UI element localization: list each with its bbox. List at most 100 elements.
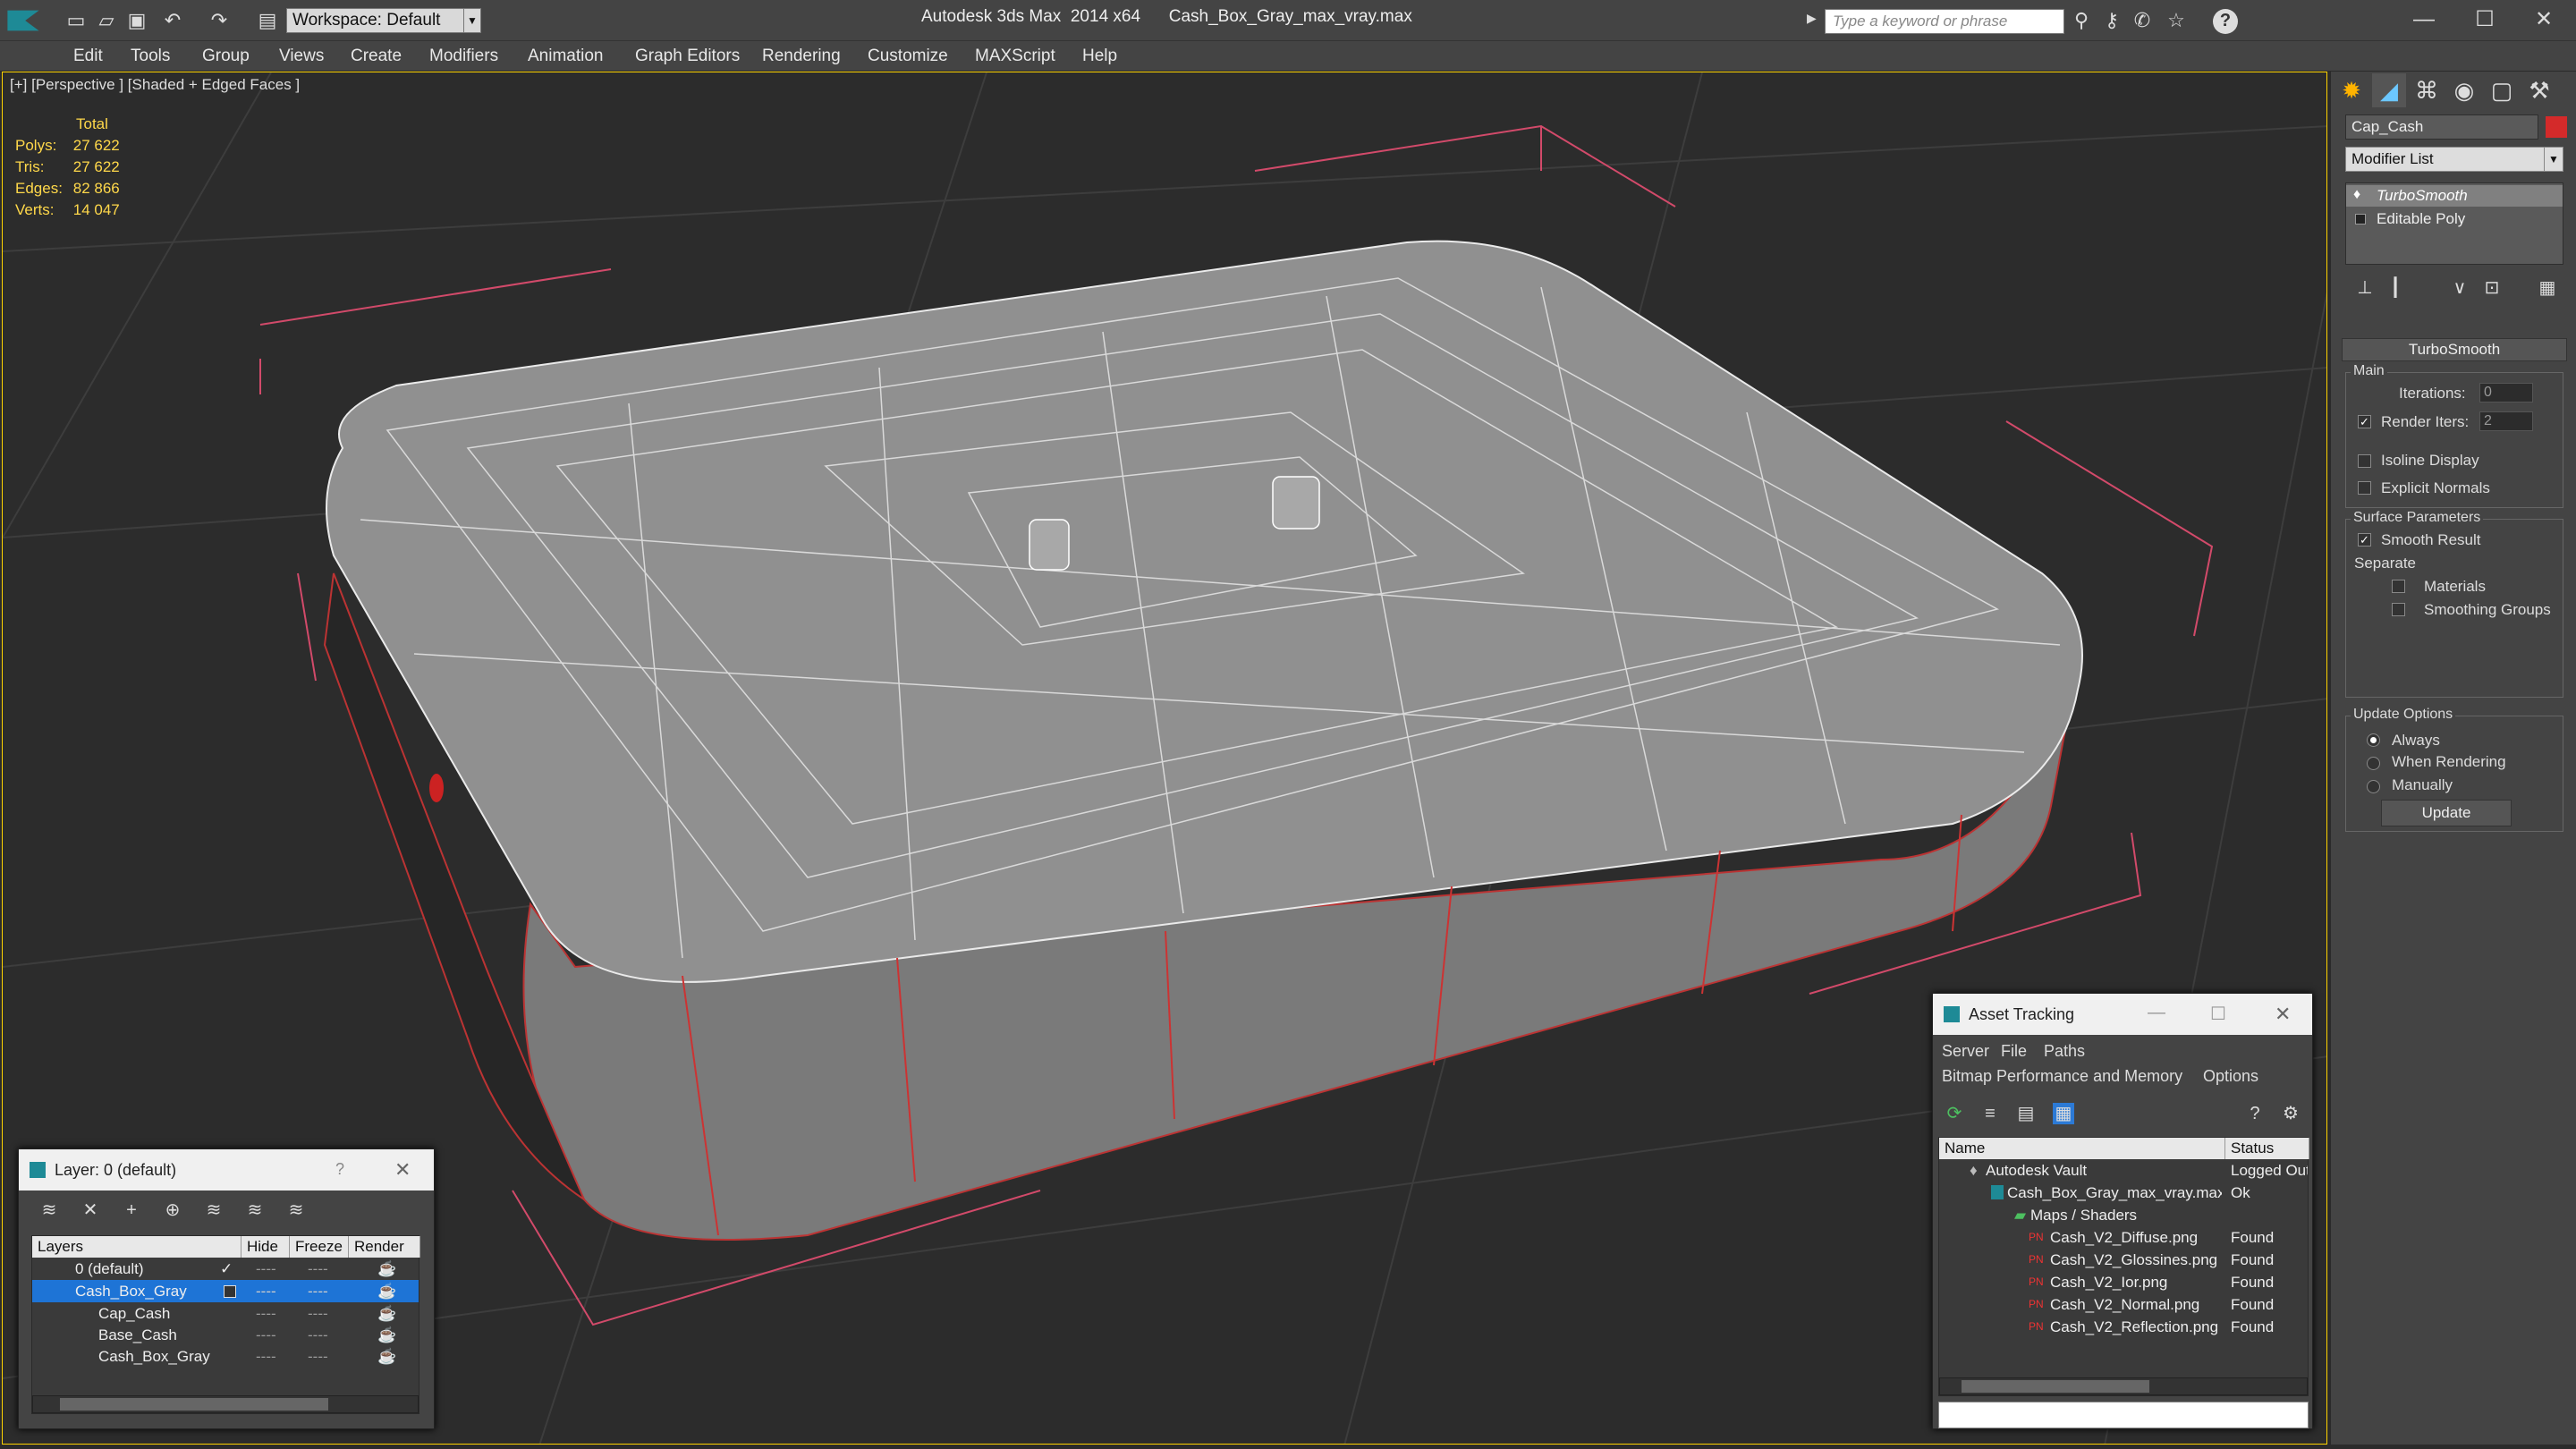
col-freeze[interactable]: Freeze [290, 1236, 349, 1258]
col-hide[interactable]: Hide [242, 1236, 290, 1258]
menu-bitmap-performance[interactable]: Bitmap Performance and Memory [1942, 1067, 2182, 1086]
freeze-toggle[interactable]: ---- [308, 1258, 343, 1280]
list-view-icon[interactable]: ≡ [1979, 1103, 2001, 1124]
isoline-display-checkbox[interactable] [2358, 454, 2371, 468]
lightbulb-icon[interactable]: ♦ [2353, 187, 2360, 203]
render-iters-checkbox[interactable]: ✓ [2358, 415, 2371, 428]
add-to-layer-icon[interactable]: + [121, 1199, 142, 1221]
motion-tab-icon[interactable]: ◉ [2447, 73, 2481, 107]
favorites-star-icon[interactable]: ☆ [2165, 9, 2188, 32]
when-rendering-radio[interactable] [2367, 757, 2380, 770]
current-layer-check[interactable] [224, 1285, 236, 1298]
asset-path-field[interactable] [1938, 1402, 2309, 1428]
display-tab-icon[interactable]: ▢ [2485, 73, 2519, 107]
close-icon[interactable]: ✕ [2275, 1003, 2291, 1026]
new-file-icon[interactable]: ▭ [64, 9, 88, 32]
expand-icon[interactable] [2355, 214, 2366, 225]
project-folder-icon[interactable]: ▤ [256, 9, 279, 32]
menu-customize[interactable]: Customize [868, 41, 948, 72]
maximize-icon[interactable]: ☐ [2465, 4, 2504, 36]
always-radio[interactable] [2367, 733, 2380, 747]
hide-toggle[interactable]: ---- [256, 1302, 292, 1325]
create-tab-icon[interactable]: ✹ [2334, 73, 2368, 107]
undo-icon[interactable]: ↶ [161, 9, 184, 32]
menu-server[interactable]: Server [1942, 1042, 1989, 1061]
menu-tools[interactable]: Tools [131, 41, 170, 72]
asset-row[interactable]: Cash_Box_Gray_max_vray.max Ok [1939, 1182, 2308, 1204]
teapot-render-icon[interactable]: ☕ [377, 1302, 395, 1325]
layer-help-button[interactable]: ? [335, 1160, 344, 1179]
scroll-thumb[interactable] [60, 1398, 328, 1411]
viewport-label[interactable]: [+] [Perspective ] [Shaded + Edged Faces… [10, 76, 300, 94]
delete-layer-icon[interactable]: ✕ [80, 1199, 101, 1221]
menu-views[interactable]: Views [279, 41, 324, 72]
object-color-swatch[interactable] [2546, 116, 2567, 138]
show-end-result-icon[interactable]: ┃ [2385, 277, 2406, 299]
turbosmooth-rollout-header[interactable]: TurboSmooth [2342, 338, 2567, 361]
asset-row[interactable]: PNG Cash_V2_Ior.png Found [1939, 1271, 2308, 1293]
object-name-field[interactable]: Cap_Cash [2345, 114, 2538, 140]
modifier-list-select[interactable]: Modifier List [2345, 147, 2562, 172]
menu-edit[interactable]: Edit [73, 41, 103, 72]
freeze-all-icon[interactable]: ≋ [285, 1199, 307, 1221]
key-icon[interactable]: ⚷ [2100, 9, 2123, 32]
minimize-icon[interactable]: — [2404, 4, 2444, 36]
remove-modifier-icon[interactable]: ⊡ [2481, 277, 2503, 299]
stack-item-editable-poly[interactable]: Editable Poly [2346, 208, 2563, 230]
communication-icon[interactable]: ✆ [2131, 9, 2154, 32]
asset-row[interactable]: ♦ Autodesk Vault Logged Out [1939, 1159, 2308, 1182]
teapot-render-icon[interactable]: ☕ [377, 1258, 395, 1280]
freeze-toggle[interactable]: ---- [308, 1345, 343, 1368]
menu-options[interactable]: Options [2203, 1067, 2258, 1086]
menu-rendering[interactable]: Rendering [762, 41, 841, 72]
detail-view-icon[interactable]: ▤ [2015, 1103, 2037, 1124]
help-icon[interactable]: ? [2213, 9, 2238, 34]
col-render[interactable]: Render [349, 1236, 420, 1258]
utilities-tab-icon[interactable]: ⚒ [2522, 73, 2556, 107]
update-button[interactable]: Update [2381, 800, 2512, 826]
create-layer-icon[interactable]: ≋ [38, 1199, 60, 1221]
menu-paths[interactable]: Paths [2044, 1042, 2085, 1061]
search-arrow-icon[interactable]: ▶ [1807, 11, 1817, 26]
hierarchy-tab-icon[interactable]: ⌘ [2410, 73, 2444, 107]
col-name[interactable]: Name [1939, 1138, 2225, 1159]
teapot-render-icon[interactable]: ☕ [377, 1280, 395, 1302]
hide-toggle[interactable]: ---- [256, 1345, 292, 1368]
hide-all-icon[interactable]: ≋ [244, 1199, 266, 1221]
layer-row[interactable]: Cash_Box_Gray ---- ---- ☕ [32, 1345, 419, 1368]
chevron-down-icon[interactable]: ▼ [2544, 147, 2563, 172]
smooth-result-checkbox[interactable]: ✓ [2358, 533, 2371, 547]
help-icon[interactable]: ? [2244, 1103, 2266, 1124]
pin-stack-icon[interactable]: ⊥ [2354, 277, 2376, 299]
horizontal-scrollbar[interactable] [32, 1395, 419, 1413]
freeze-toggle[interactable]: ---- [308, 1280, 343, 1302]
freeze-toggle[interactable]: ---- [308, 1324, 343, 1346]
menu-group[interactable]: Group [202, 41, 250, 72]
binoculars-icon[interactable]: ⚲ [2070, 9, 2093, 32]
iterations-spinner[interactable]: 0 [2479, 383, 2533, 402]
scroll-thumb[interactable] [1962, 1380, 2149, 1393]
make-unique-icon[interactable]: ∨ [2449, 277, 2470, 299]
layer-row[interactable]: Base_Cash ---- ---- ☕ [32, 1324, 419, 1346]
layer-row[interactable]: Cap_Cash ---- ---- ☕ [32, 1302, 419, 1325]
layer-row[interactable]: 0 (default) ✓ ---- ---- ☕ [32, 1258, 419, 1280]
app-logo-icon[interactable] [7, 10, 39, 31]
modify-tab-icon[interactable]: ◢ [2372, 73, 2406, 107]
hide-toggle[interactable]: ---- [256, 1324, 292, 1346]
configure-sets-icon[interactable]: ▦ [2537, 277, 2558, 299]
col-status[interactable]: Status [2225, 1138, 2309, 1159]
menu-create[interactable]: Create [351, 41, 402, 72]
minimize-icon[interactable]: — [2148, 1003, 2165, 1023]
materials-checkbox[interactable] [2392, 580, 2405, 593]
save-icon[interactable]: ▣ [125, 9, 148, 32]
settings-icon[interactable]: ⚙ [2280, 1103, 2301, 1124]
render-iters-spinner[interactable]: 2 [2479, 411, 2533, 431]
horizontal-scrollbar[interactable] [1939, 1377, 2308, 1395]
workspace-select[interactable]: Workspace: Default [286, 8, 465, 33]
chevron-down-icon[interactable]: ▼ [463, 8, 481, 33]
close-icon[interactable]: ✕ [394, 1158, 411, 1182]
manually-radio[interactable] [2367, 780, 2380, 793]
search-input[interactable]: Type a keyword or phrase [1825, 9, 2064, 34]
redo-icon[interactable]: ↷ [208, 9, 231, 32]
asset-row[interactable]: PNG Cash_V2_Diffuse.png Found [1939, 1226, 2308, 1249]
